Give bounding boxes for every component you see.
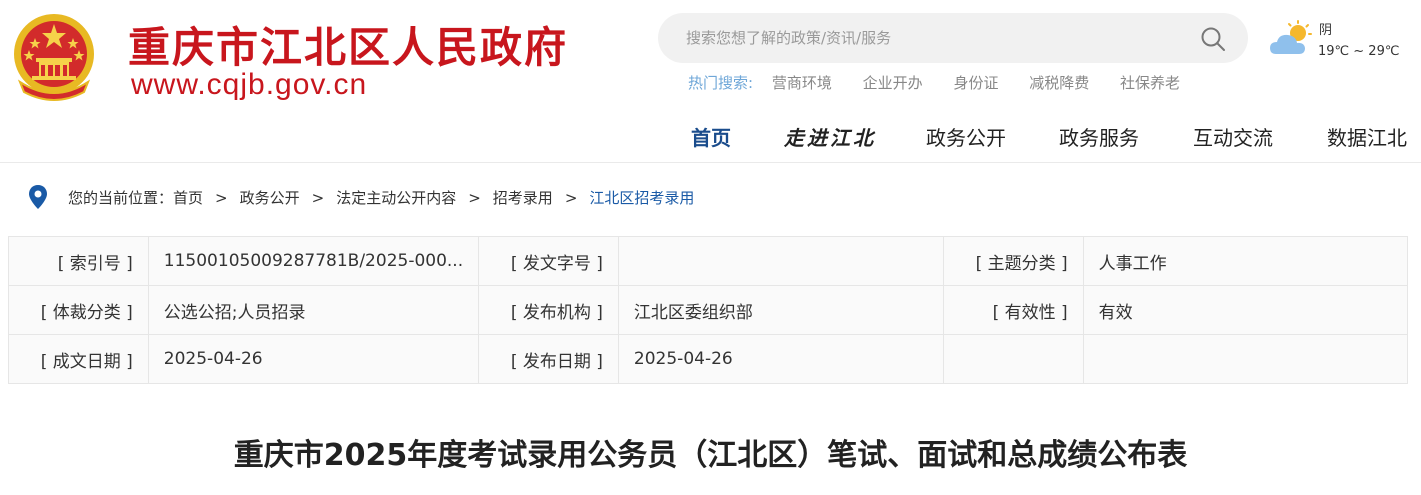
meta-value-written-date: 2025-04-26	[147, 334, 480, 384]
search-icon[interactable]	[1200, 26, 1226, 52]
meta-label-publish-date: [ 发布日期 ]	[478, 334, 619, 384]
table-row: [ 体裁分类 ] 公选公招;人员招录 [ 发布机构 ] 江北区委组织部 [ 有效…	[8, 285, 1409, 335]
search-input[interactable]	[686, 13, 1186, 63]
nav-item-gov-services[interactable]: 政务服务	[1059, 122, 1139, 151]
weather-temperature: 19℃ ~ 29℃	[1318, 44, 1400, 59]
search-box	[658, 13, 1248, 63]
breadcrumb-item[interactable]: 招考录用	[493, 189, 553, 207]
hot-search-item[interactable]: 减税降费	[1029, 74, 1089, 92]
hot-search-item[interactable]: 社保养老	[1120, 74, 1180, 92]
document-meta-table: [ 索引号 ] 11500105009287781B/2025-000... […	[8, 236, 1409, 384]
breadcrumb-separator: >	[468, 189, 481, 207]
weather-condition: 阴	[1319, 23, 1333, 38]
breadcrumb-separator: >	[564, 189, 578, 207]
meta-value-doc-number	[617, 236, 944, 286]
breadcrumb-item[interactable]: 政务公开	[240, 189, 300, 207]
nav-item-data[interactable]: 数据江北	[1327, 122, 1407, 151]
meta-value-publisher: 江北区委组织部	[617, 285, 944, 335]
nav-item-interaction[interactable]: 互动交流	[1193, 122, 1273, 151]
breadcrumb-prefix: 您的当前位置：	[68, 189, 174, 207]
nav-item-gov-affairs[interactable]: 政务公开	[926, 122, 1006, 151]
location-pin-icon	[29, 185, 47, 209]
cloudy-sun-icon	[1270, 20, 1312, 54]
hot-search-label: 热门搜索:	[688, 74, 754, 92]
meta-label-doc-number: [ 发文字号 ]	[478, 236, 619, 286]
meta-value-index: 11500105009287781B/2025-000...	[147, 236, 480, 286]
meta-value-publish-date: 2025-04-26	[617, 334, 944, 384]
breadcrumb-separator: >	[311, 189, 325, 207]
breadcrumb-item[interactable]: 首页	[173, 189, 203, 207]
meta-value-validity: 有效	[1082, 285, 1409, 335]
breadcrumb-current[interactable]: 江北区招考录用	[589, 189, 694, 207]
meta-label-written-date: [ 成文日期 ]	[8, 334, 149, 384]
article-title: 重庆市2025年度考试录用公务员（江北区）笔试、面试和总成绩公布表	[233, 438, 1188, 473]
hot-search-item[interactable]: 身份证	[953, 74, 998, 92]
meta-value-topic: 人事工作	[1082, 236, 1409, 286]
table-row: [ 索引号 ] 11500105009287781B/2025-000... […	[8, 236, 1409, 286]
site-title[interactable]: 重庆市江北区人民政府	[128, 14, 568, 75]
site-url[interactable]: www.cqjb.gov.cn	[131, 68, 367, 102]
meta-value-empty	[1082, 334, 1409, 384]
meta-label-validity: [ 有效性 ]	[942, 285, 1084, 335]
hot-search: 热门搜索: 营商环境 企业开办 身份证 减税降费 社保养老	[688, 72, 1206, 93]
breadcrumb-path: 您的当前位置：首页 > 政务公开 > 法定主动公开内容 > 招考录用 > 江北区招考录用	[68, 187, 694, 208]
meta-label-genre: [ 体裁分类 ]	[8, 285, 149, 335]
meta-value-genre: 公选公招;人员招录	[147, 285, 480, 335]
main-nav: 首页 走进江北 政务公开 政务服务 互动交流 数据江北	[0, 122, 1421, 150]
hot-search-item[interactable]: 营商环境	[772, 74, 832, 92]
national-emblem-icon	[14, 14, 94, 101]
meta-label-empty	[942, 334, 1084, 384]
breadcrumb-item[interactable]: 法定主动公开内容	[336, 189, 456, 207]
hot-search-item[interactable]: 企业开办	[863, 74, 923, 92]
meta-label-topic: [ 主题分类 ]	[942, 236, 1084, 286]
meta-label-index: [ 索引号 ]	[8, 236, 149, 286]
breadcrumb-separator: >	[215, 189, 228, 207]
nav-item-about-jiangbei[interactable]: 走进江北	[784, 122, 876, 151]
table-row: [ 成文日期 ] 2025-04-26 [ 发布日期 ] 2025-04-26	[8, 334, 1409, 384]
nav-item-home[interactable]: 首页	[691, 122, 731, 151]
site-header: 重庆市江北区人民政府 www.cqjb.gov.cn 热门搜索: 营商环境 企业…	[0, 0, 1421, 163]
meta-label-publisher: [ 发布机构 ]	[478, 285, 619, 335]
